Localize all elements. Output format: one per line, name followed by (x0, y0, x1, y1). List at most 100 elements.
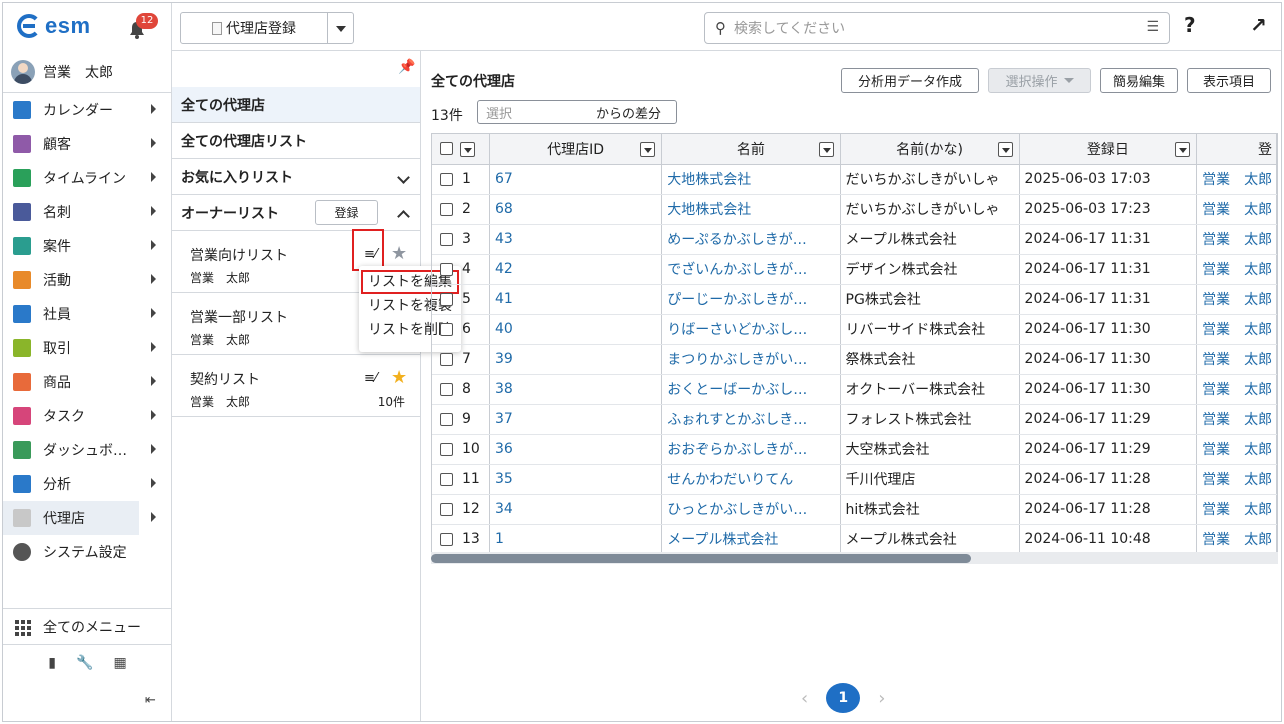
column-header-name[interactable]: 名前 (661, 134, 841, 165)
quick-edit-button[interactable]: 簡易編集 (1100, 68, 1178, 93)
table-row[interactable]: 13 1 メープル株式会社 メープル株式会社 2024-06-11 10:48 営業 太郎 (432, 524, 1277, 555)
scrollbar-thumb[interactable] (431, 554, 971, 563)
all-agency-lists-item[interactable]: 全ての代理店リスト (172, 123, 420, 159)
external-link-icon[interactable]: ↗ (1250, 13, 1267, 37)
edit-list-icon[interactable]: ≡⁄ (364, 371, 377, 386)
select-dropdown-icon[interactable] (460, 142, 475, 157)
registrant-link[interactable]: 営業 太郎 (1196, 434, 1277, 465)
share-icon[interactable]: ⠀ (1218, 13, 1232, 34)
agency-id-link[interactable]: 68 (489, 194, 663, 225)
row-checkbox[interactable] (440, 352, 453, 366)
table-row[interactable]: 12 34 ひっとかぶしきがい… hit株式会社 2024-06-17 11:28 営業 … (432, 494, 1277, 525)
select-operation-button[interactable]: 選択操作 (988, 68, 1091, 93)
select-all-checkbox[interactable] (440, 142, 453, 156)
row-checkbox[interactable] (440, 412, 453, 426)
agency-id-link[interactable]: 34 (489, 494, 663, 525)
registrant-link[interactable]: 営業 太郎 (1196, 164, 1277, 195)
agency-name-link[interactable]: メープル株式会社 (661, 524, 841, 555)
bookmark-icon[interactable]: ▮ (48, 655, 56, 671)
table-row[interactable]: 2 68 大地株式会社 だいちかぶしきがいしゃ 2025-06-03 17:23 営業 太… (432, 194, 1277, 225)
user-profile[interactable]: 営業 太郎 (3, 51, 171, 93)
sidebar-item[interactable]: 顧客 (3, 127, 171, 161)
table-icon[interactable]: ▦ (113, 655, 126, 671)
column-header-date[interactable]: 登録日 (1019, 134, 1198, 165)
sidebar-item[interactable]: 分析 (3, 467, 171, 501)
agency-id-link[interactable]: 35 (489, 464, 663, 495)
table-row[interactable]: 3 43 めーぷるかぶしきが… メープル株式会社 2024-06-17 11:31 営業 … (432, 224, 1277, 255)
register-list-button[interactable]: 登録 (315, 200, 378, 225)
sidebar-item[interactable]: ダッシュボ… (3, 433, 171, 467)
registrant-link[interactable]: 営業 太郎 (1196, 194, 1277, 225)
registrant-link[interactable]: 営業 太郎 (1196, 524, 1277, 555)
table-row[interactable]: 5 41 ぴーじーかぶしきが… PG株式会社 2024-06-17 11:31 営業 太郎 (432, 284, 1277, 315)
row-checkbox[interactable] (440, 532, 453, 546)
agency-name-link[interactable]: 大地株式会社 (661, 194, 841, 225)
horizontal-scrollbar[interactable] (431, 552, 1278, 564)
agency-name-link[interactable]: おくとーばーかぶし… (661, 374, 841, 405)
logo[interactable]: esm (17, 13, 91, 39)
sidebar-item[interactable]: システム設定 (3, 535, 171, 569)
filter-icon[interactable]: ☰ (1146, 19, 1159, 35)
row-checkbox[interactable] (440, 442, 453, 456)
column-menu-icon[interactable] (640, 142, 656, 157)
registrant-link[interactable]: 営業 太郎 (1196, 254, 1277, 285)
agency-name-link[interactable]: ふぉれすとかぶしき… (661, 404, 841, 435)
sidebar-item[interactable]: 代理店 (3, 501, 156, 535)
sidebar-item[interactable]: 活動 (3, 263, 171, 297)
display-items-button[interactable]: 表示項目 (1187, 68, 1271, 93)
create-analysis-data-button[interactable]: 分析用データ作成 (841, 68, 979, 93)
register-dropdown-button[interactable] (327, 12, 354, 44)
table-row[interactable]: 10 36 おおぞらかぶしきが… 大空株式会社 2024-06-17 11:29 営業 太… (432, 434, 1277, 465)
agency-id-link[interactable]: 67 (489, 164, 663, 195)
row-checkbox[interactable] (440, 502, 453, 516)
sidebar-item[interactable]: タイムライン (3, 161, 171, 195)
table-row[interactable]: 8 38 おくとーばーかぶし… オクトーバー株式会社 2024-06-17 11:30 営… (432, 374, 1277, 405)
agency-id-link[interactable]: 39 (489, 344, 663, 375)
sidebar-item[interactable]: 商品 (3, 365, 171, 399)
column-header-owner[interactable]: 登 (1196, 134, 1277, 165)
sidebar-item[interactable]: カレンダー (3, 93, 171, 127)
all-menu-button[interactable]: 全てのメニュー (3, 609, 172, 645)
table-row[interactable]: 7 39 まつりかぶしきがい… 祭株式会社 2024-06-17 11:30 営業 太郎 (432, 344, 1277, 375)
prev-page-icon[interactable]: ‹ (801, 688, 808, 709)
sidebar-item[interactable]: 名刺 (3, 195, 171, 229)
column-header-kana[interactable]: 名前(かな) (840, 134, 1020, 165)
agency-name-link[interactable]: 大地株式会社 (661, 164, 841, 195)
register-agency-button[interactable]: 代理店登録 (180, 12, 328, 44)
agency-name-link[interactable]: ひっとかぶしきがい… (661, 494, 841, 525)
row-checkbox[interactable] (440, 472, 453, 486)
registrant-link[interactable]: 営業 太郎 (1196, 494, 1277, 525)
agency-name-link[interactable]: せんかわだいりてん (661, 464, 841, 495)
agency-id-link[interactable]: 40 (489, 314, 663, 345)
agency-id-link[interactable]: 1 (489, 524, 663, 555)
agency-id-link[interactable]: 37 (489, 404, 663, 435)
favorites-section[interactable]: お気に入りリスト (172, 159, 420, 195)
agency-id-link[interactable]: 43 (489, 224, 663, 255)
sidebar-item[interactable]: 取引 (3, 331, 171, 365)
column-menu-icon[interactable] (997, 142, 1013, 157)
all-agencies-item[interactable]: 全ての代理店 (172, 87, 420, 123)
sidebar-item[interactable]: 社員 (3, 297, 171, 331)
row-checkbox[interactable] (440, 382, 453, 396)
help-icon[interactable]: ? (1184, 13, 1196, 37)
agency-name-link[interactable]: でざいんかぶしきが… (661, 254, 841, 285)
column-header-id[interactable]: 代理店ID (489, 134, 663, 165)
collapse-sidebar-icon[interactable]: ⇤ (145, 693, 156, 708)
agency-name-link[interactable]: おおぞらかぶしきが… (661, 434, 841, 465)
row-checkbox[interactable] (440, 292, 453, 306)
star-filled-icon[interactable]: ★ (391, 367, 407, 388)
row-checkbox[interactable] (440, 322, 453, 336)
registrant-link[interactable]: 営業 太郎 (1196, 464, 1277, 495)
row-checkbox[interactable] (440, 202, 453, 216)
table-row[interactable]: 11 35 せんかわだいりてん 千川代理店 2024-06-17 11:28 営業 太郎 (432, 464, 1277, 495)
sidebar-item[interactable]: 案件 (3, 229, 171, 263)
row-checkbox[interactable] (440, 172, 453, 186)
row-checkbox[interactable] (440, 232, 453, 246)
current-page-button[interactable]: 1 (826, 683, 861, 713)
agency-id-link[interactable]: 41 (489, 284, 663, 315)
agency-name-link[interactable]: りばーさいどかぶし… (661, 314, 841, 345)
pin-icon[interactable]: 📌 (398, 59, 415, 75)
agency-name-link[interactable]: ぴーじーかぶしきが… (661, 284, 841, 315)
agency-id-link[interactable]: 42 (489, 254, 663, 285)
column-menu-icon[interactable] (1175, 142, 1191, 157)
